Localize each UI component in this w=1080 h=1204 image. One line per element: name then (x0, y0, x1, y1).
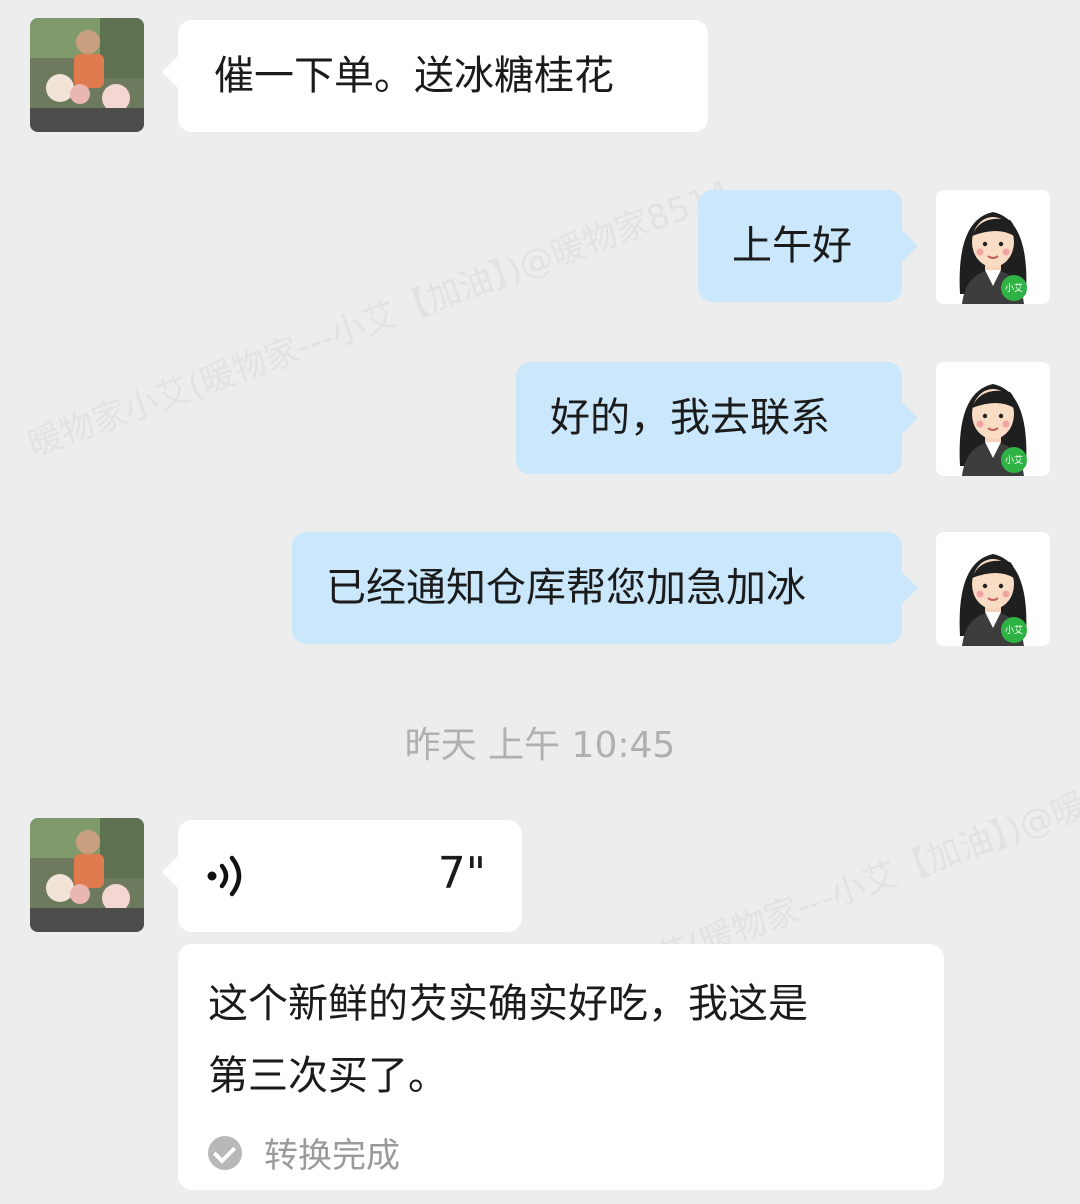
agent-badge: 小艾 (1004, 284, 1023, 294)
agent-avatar[interactable]: 小艾 (936, 362, 1050, 476)
message-text: 好的，我去联系 (550, 395, 830, 441)
agent-avatar[interactable]: 小艾 (936, 190, 1050, 304)
transcript-status-label: 转换完成 (264, 1136, 400, 1176)
agent-badge: 小艾 (1004, 456, 1023, 466)
message-text: 已经通知仓库帮您加急加冰 (326, 565, 806, 611)
check-circle-icon (208, 1135, 242, 1170)
agent-avatar[interactable]: 小艾 (936, 532, 1050, 646)
message-text: 上午好 (732, 223, 852, 269)
transcript-text: 这个新鲜的芡实确实好吃，我这是 第三次买了。 (208, 968, 914, 1112)
customer-avatar[interactable] (30, 818, 144, 932)
message-bubble[interactable]: 催一下单。送冰糖桂花 (162, 20, 708, 132)
message-bubble[interactable]: 上午好 (698, 190, 918, 302)
message-bubble[interactable]: 好的，我去联系 (516, 362, 918, 474)
message-bubble[interactable]: 已经通知仓库帮您加急加冰 (292, 532, 918, 644)
voice-wave-icon (207, 855, 242, 897)
voice-transcript[interactable]: 这个新鲜的芡实确实好吃，我这是 第三次买了。 转换完成 (178, 944, 944, 1190)
voice-duration: 7" (437, 848, 486, 899)
agent-badge: 小艾 (1004, 626, 1023, 636)
transcript-status: 转换完成 (208, 1128, 400, 1177)
transcript-line: 这个新鲜的芡实确实好吃，我这是 (208, 981, 808, 1027)
customer-avatar[interactable] (30, 18, 144, 132)
message-timestamp: 昨天 上午 10:45 (404, 725, 676, 766)
voice-message-bubble[interactable]: 7" (162, 820, 522, 932)
message-text: 催一下单。送冰糖桂花 (214, 53, 614, 99)
transcript-line: 第三次买了。 (208, 1053, 448, 1099)
